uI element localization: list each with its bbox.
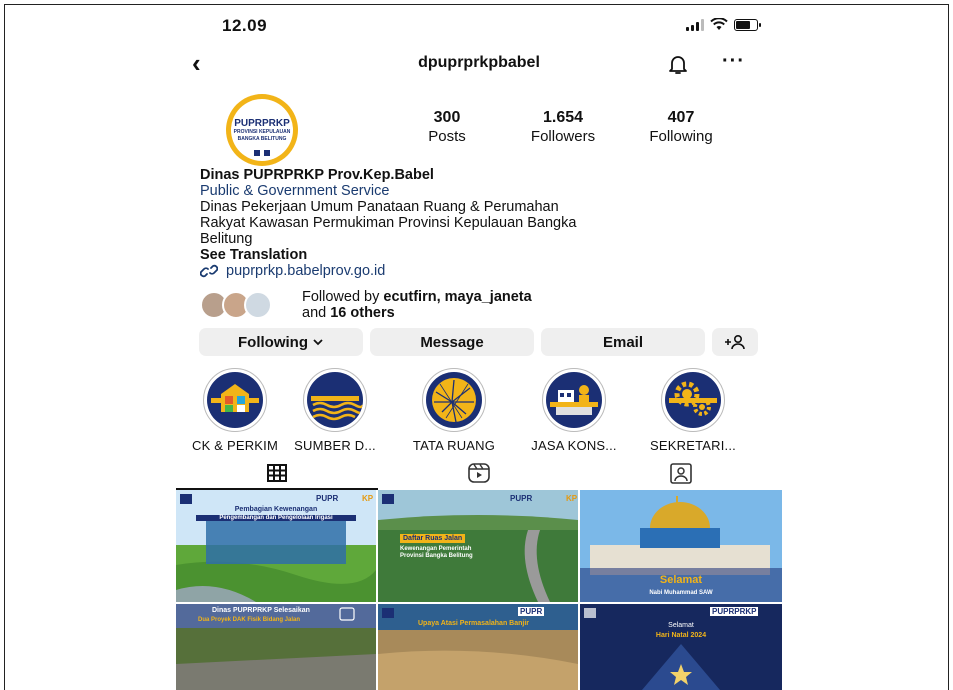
followed-by-text: Followed by ecutfirn, maya_janeta and 16… [302,289,532,321]
post-subtitle: Kewenangan Pemerintah Provinsi Bangka Be… [400,546,473,559]
posts-grid: PUPR KP Pembagian Kewenangan Pengembanga… [176,490,782,690]
map-icon [432,378,476,423]
highlight-sumber-daya[interactable]: SUMBER D... [275,368,395,453]
instagram-profile-screen: 12.09 ‹ dpuprprkpbabel ··· PUPRPRKP PROV… [176,8,782,690]
post-title: Daftar Ruas Jalan [400,534,466,543]
profile-website-link[interactable]: puprprkp.babelprov.go.id [200,263,385,279]
post-subtitle: Dua Proyek DAK Fisik Bidang Jalan [198,617,301,623]
post-brand: PUPR [518,607,545,616]
followed-by[interactable]: Followed by ecutfirn, maya_janeta and 16… [200,289,532,321]
post-thumbnail[interactable]: PUPR KP Daftar Ruas Jalan Kewenangan Pem… [378,490,578,602]
post-brand-suffix: KP [566,494,578,503]
post-title: Dinas PUPRPRKP Selesaikan [212,607,310,614]
post-thumbnail[interactable]: Selamat Nabi Muhammad SAW [580,490,782,602]
battery-icon [734,18,761,31]
profile-avatar[interactable]: PUPRPRKP PROVINSI KEPULAUAN BANGKA BELIT… [200,92,322,174]
chevron-down-icon [313,339,323,346]
profile-tabs [176,456,782,490]
post-subtitle: Nabi Muhammad SAW [649,590,713,596]
post-brand: PUPR [316,494,339,503]
tagged-person-icon [670,463,692,484]
post-subtitle: Pengembangan dan Pengelolaan Irigasi [196,515,356,521]
signal-icon [686,18,704,31]
see-translation-link[interactable]: See Translation [200,247,760,263]
post-title: Pembagian Kewenangan [234,506,318,513]
status-icons [686,18,761,31]
follower-avatars [200,291,292,319]
profile-description: Dinas Pekerjaan Umum Panataan Ruang & Pe… [200,199,577,247]
more-options-icon[interactable]: ··· [722,50,745,73]
post-thumbnail[interactable]: PUPRPRKP Selamat Hari Natal 2024 [580,604,782,690]
profile-header: ‹ dpuprprkpbabel ··· [176,50,782,80]
post-thumbnail[interactable]: Dinas PUPRPRKP Selesaikan Dua Proyek DAK… [176,604,376,690]
tab-reels[interactable] [464,460,494,486]
profile-category: Public & Government Service [200,183,390,199]
avatar [244,291,272,319]
post-title: Upaya Atasi Permasalahan Banjir [418,620,530,627]
profile-bio: Dinas PUPRPRKP Prov.Kep.Babel Public & G… [200,167,760,263]
post-brand-suffix: KP [362,494,374,503]
highlight-sekretariat[interactable]: SEKRETARI... [633,368,753,453]
water-waves-icon [311,396,363,421]
tab-posts-grid[interactable] [262,460,292,486]
post-brand: PUPRPRKP [710,607,759,616]
followers-stat[interactable]: 1.654 Followers [508,109,618,145]
wifi-icon [710,18,728,30]
add-person-icon [725,334,745,350]
avatar-logo-text: PUPRPRKP PROVINSI KEPULAUAN BANGKA BELIT… [233,118,291,142]
profile-name: Dinas PUPRPRKP Prov.Kep.Babel [200,167,434,183]
construction-icon [550,385,598,415]
following-button[interactable]: Following [199,328,363,356]
link-icon [200,264,218,278]
posts-stat[interactable]: 300 Posts [392,109,502,145]
house-icon [211,384,259,412]
grid-icon [267,464,287,482]
back-chevron-icon[interactable]: ‹ [192,50,201,76]
status-time: 12.09 [222,16,268,35]
status-bar: 12.09 [176,8,782,44]
highlight-jasa-konstruksi[interactable]: JASA KONS... [514,368,634,453]
profile-username: dpuprprkpbabel [418,54,540,71]
email-button[interactable]: Email [541,328,705,356]
bell-icon[interactable] [666,52,690,76]
following-stat[interactable]: 407 Following [626,109,736,145]
suggested-users-button[interactable] [712,328,758,356]
tab-tagged[interactable] [666,460,696,486]
post-thumbnail[interactable]: PUPR KP Pembagian Kewenangan Pengembanga… [176,490,376,602]
post-thumbnail[interactable]: PUPR Upaya Atasi Permasalahan Banjir [378,604,578,690]
message-button[interactable]: Message [370,328,534,356]
post-subtitle: Hari Natal 2024 [655,632,707,639]
post-title: Selamat [659,574,703,586]
post-title: Selamat [668,622,694,629]
reels-icon [468,463,490,483]
highlight-tata-ruang[interactable]: TATA RUANG [394,368,514,453]
post-brand: PUPR [510,494,533,503]
gears-icon [669,381,717,416]
